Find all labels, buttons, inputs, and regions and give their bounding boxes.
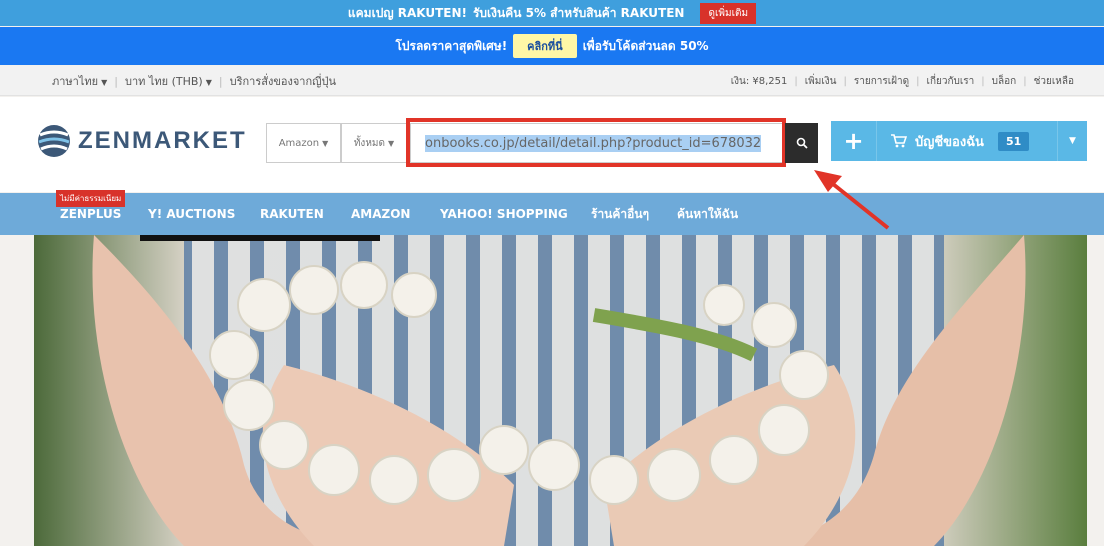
nav-rakuten[interactable]: RAKUTEN (260, 193, 324, 235)
account-bar: + บัญชีของฉัน 51 ▼ (831, 121, 1087, 161)
my-account-label: บัญชีของฉัน (915, 134, 984, 150)
nav-zenplus[interactable]: ZENPLUS (60, 193, 121, 235)
divider: | (114, 74, 118, 88)
hero-illustration (34, 235, 1087, 546)
divider: | (218, 74, 223, 88)
plus-icon: + (843, 127, 864, 155)
divider: | (843, 75, 847, 87)
watchlist-link[interactable]: รายการเฝ้าดู (854, 74, 909, 89)
promo-title: แคมเปญ RAKUTEN! (347, 5, 467, 20)
blog-link[interactable]: บล็อก (992, 74, 1017, 89)
search-icon (796, 137, 808, 149)
nav-yahoo-shopping[interactable]: YAHOO! SHOPPING (440, 193, 568, 235)
caret-down-icon: ▼ (322, 138, 329, 148)
add-funds-button[interactable]: + (831, 121, 877, 161)
highlight-box (406, 118, 786, 167)
nav-amazon[interactable]: AMAZON (351, 193, 410, 235)
language-select[interactable]: ภาษาไทย ▼ (52, 72, 107, 90)
help-link[interactable]: ช่วยเหลือ (1034, 74, 1074, 89)
logo-text: ZENMARKET (78, 127, 247, 154)
account-dropdown-button[interactable]: ▼ (1057, 121, 1087, 161)
promo-discount-text: เพื่อรับโค้ดส่วนลด 50% (582, 38, 709, 53)
nav-search-for-me[interactable]: ค้นหาให้ฉัน (677, 193, 738, 235)
main-nav: ไม่มีค่าธรรมเนียม ZENPLUS Y! AUCTIONS RA… (0, 190, 1104, 235)
topup-link[interactable]: เพิ่มเงิน (805, 74, 837, 89)
divider: | (794, 75, 798, 87)
currency-select[interactable]: บาท ไทย (THB) ▼ (125, 72, 212, 90)
category-select[interactable]: ทั้งหมด ▼ (341, 123, 407, 163)
service-link[interactable]: บริการสั่งของจากญี่ปุ่น (230, 72, 336, 90)
click-here-button[interactable]: คลิกที่นี่ (513, 34, 577, 58)
about-link[interactable]: เกี่ยวกับเรา (927, 74, 975, 89)
promo-text: รับเงินคืน 5% สำหรับสินค้า RAKUTEN (472, 5, 685, 20)
black-strip (140, 235, 380, 241)
header: ZENMARKET Amazon ▼ ทั้งหมด ▼ onbooks.co.jp… (0, 97, 1104, 192)
store-select[interactable]: Amazon ▼ (266, 123, 341, 163)
divider: | (916, 75, 920, 87)
nav-yahoo-auctions[interactable]: Y! AUCTIONS (148, 193, 235, 235)
balance-text: เงิน: ¥8,251 (730, 75, 788, 87)
promo-discount-title: โปรลดราคาสุดพิเศษ! (395, 38, 508, 53)
divider: | (1023, 75, 1027, 87)
promo-banner-discount: โปรลดราคาสุดพิเศษ! คลิกที่นี่ เพื่อรับโค… (0, 27, 1104, 65)
promo-banner-rakuten: แคมเปญ RAKUTEN! รับเงินคืน 5% สำหรับสินค… (0, 0, 1104, 26)
my-account-button[interactable]: บัญชีของฉัน 51 (891, 121, 1030, 161)
utility-bar: ภาษาไทย ▼ | บาท ไทย (THB) ▼ | บริการสั่งขอ… (0, 66, 1104, 96)
cart-icon (891, 134, 907, 148)
divider: | (981, 75, 985, 87)
zenmarket-logo[interactable]: ZENMARKET (36, 121, 247, 161)
caret-down-icon: ▼ (205, 78, 212, 87)
search-button[interactable] (785, 123, 818, 163)
nav-other-stores[interactable]: ร้านค้าอื่นๆ (591, 193, 649, 235)
caret-down-icon: ▼ (1069, 136, 1076, 146)
logo-icon (38, 125, 70, 157)
see-more-button[interactable]: ดูเพิ่มเติม (700, 2, 757, 24)
caret-down-icon: ▼ (388, 138, 395, 148)
hero-image (34, 235, 1087, 546)
cart-count-badge: 51 (997, 131, 1030, 151)
caret-down-icon: ▼ (101, 78, 108, 87)
